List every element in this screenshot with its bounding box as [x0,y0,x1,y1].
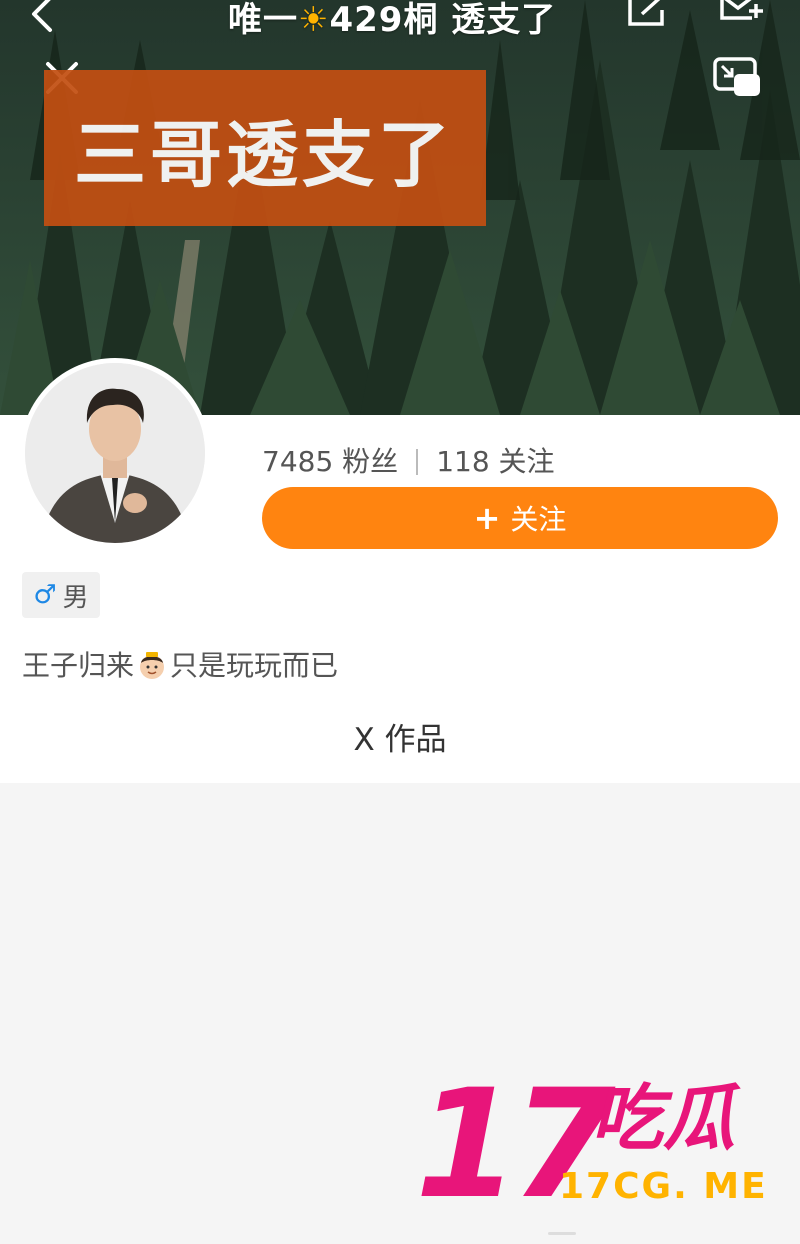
share-button[interactable] [624,0,668,28]
avatar-image [25,363,205,543]
pip-icon [713,57,760,96]
back-button[interactable] [22,0,62,34]
bio-text: 王子归来 只是玩玩而已 [22,644,338,684]
avatar[interactable] [20,358,210,548]
profile-stats: 7485 粉丝 118 关注 [262,440,555,480]
fans-stat[interactable]: 7485 粉丝 [262,445,398,478]
following-stat[interactable]: 118 关注 [436,445,554,478]
follow-button-label: 关注 [510,503,567,536]
pip-button[interactable] [712,56,762,98]
fans-label: 粉丝 [342,445,399,478]
emoji-icon [140,652,165,679]
follow-button[interactable]: + 关注 [262,487,778,549]
watermark-logo: 17 吃瓜 17CG. ME [415,1070,780,1220]
avatar-illustration [25,363,205,543]
following-count: 118 [436,445,490,478]
watermark-url: 17CG. ME [559,1166,768,1207]
watermark-chinese: 吃瓜 [591,1076,736,1160]
top-bar: 唯一☀429桐 透支了 [0,0,800,40]
bio-prefix: 王子归来 [22,649,135,682]
bio-suffix: 只是玩玩而已 [170,649,339,682]
share-icon [628,0,664,26]
plus-icon: + [473,499,501,537]
page-title: 唯一☀429桐 透支了 [228,0,556,41]
sun-icon: ☀ [298,0,330,40]
cover-banner: 三哥透支了 [44,70,486,226]
gender-label: 男 [62,582,89,613]
stats-divider [416,449,419,475]
mail-icon [720,0,763,20]
home-indicator [548,1232,576,1235]
fans-count: 7485 [262,445,334,478]
title-prefix: 唯一 [228,0,298,40]
works-tab[interactable]: X 作品 [0,714,800,759]
mail-button[interactable] [716,0,766,24]
title-suffix: 429桐 透支了 [329,0,557,40]
banner-text: 三哥透支了 [74,112,455,197]
back-icon [32,0,52,32]
gender-badge: ♂ 男 [22,572,100,618]
male-icon: ♂ [33,580,57,610]
following-label: 关注 [498,445,555,478]
